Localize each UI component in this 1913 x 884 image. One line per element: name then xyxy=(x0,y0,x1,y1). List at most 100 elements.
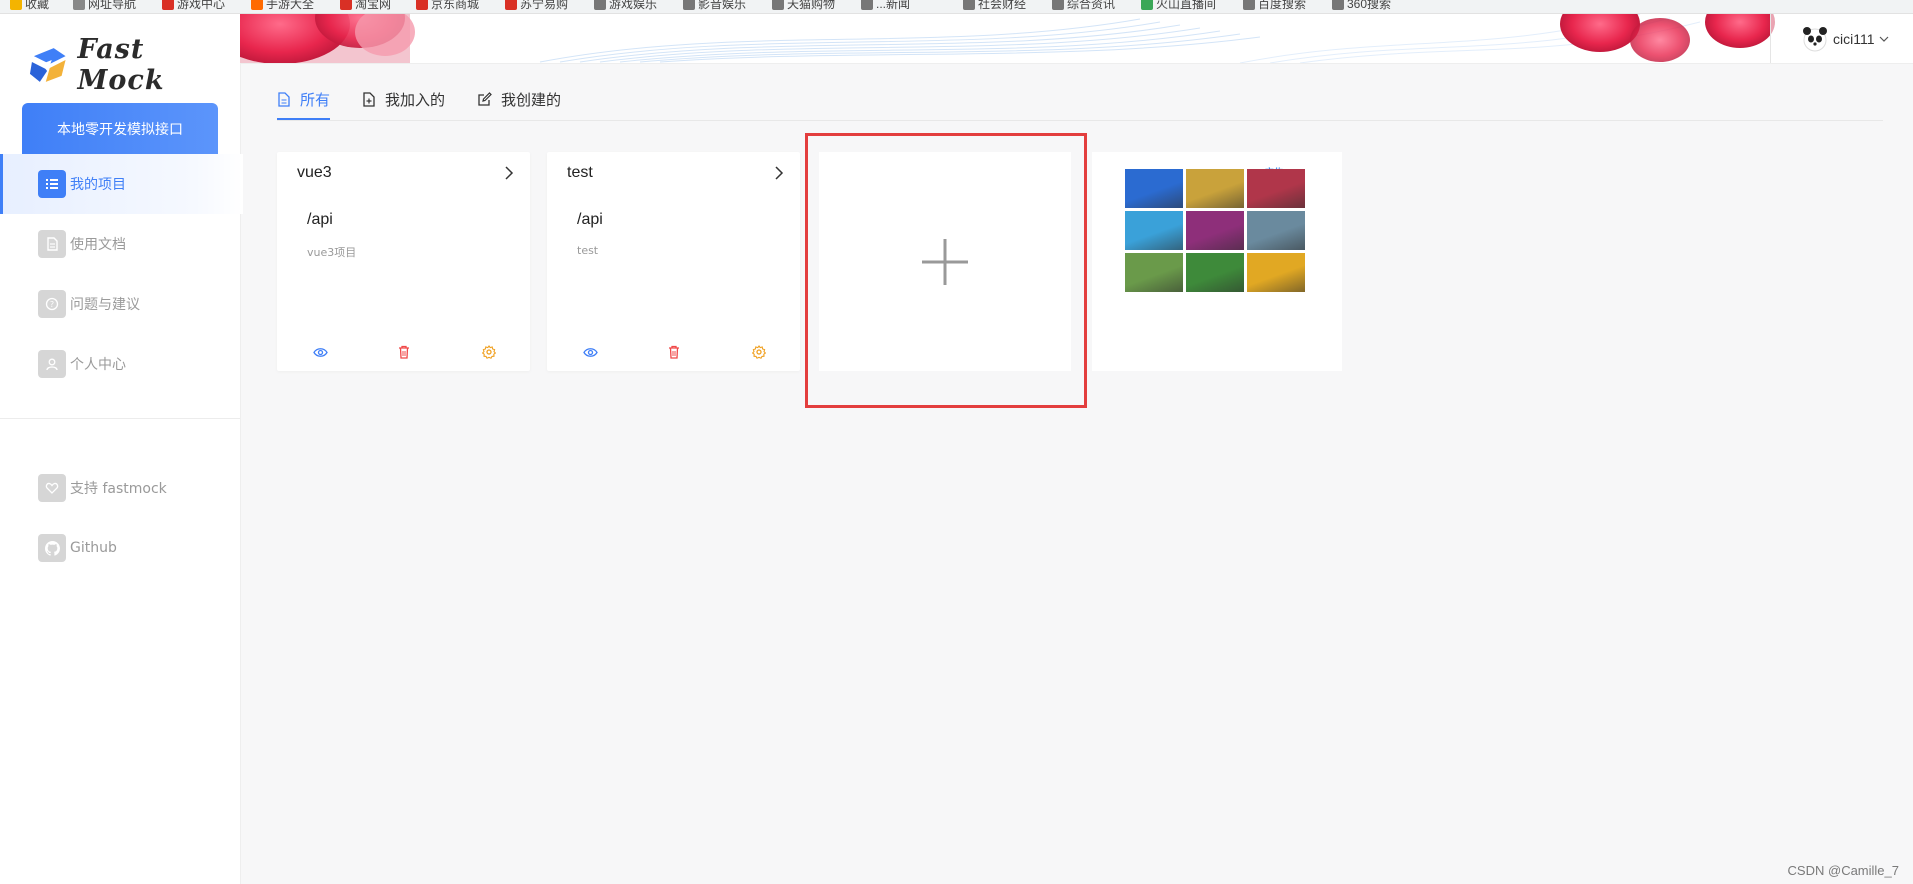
github-icon xyxy=(38,534,66,562)
nav-item-profile[interactable]: 个人中心 xyxy=(0,334,240,394)
nav-label: 个人中心 xyxy=(70,357,126,373)
question-icon: ? xyxy=(38,290,66,318)
project-description: vue3项目 xyxy=(307,246,357,259)
bookmark-item[interactable]: 游戏娱乐 xyxy=(594,0,657,12)
chevron-right-icon[interactable] xyxy=(774,166,784,180)
ad-game-thumbnail[interactable] xyxy=(1125,253,1183,292)
project-root-path: /api xyxy=(577,211,603,228)
tab-created[interactable]: 我创建的 xyxy=(477,80,561,118)
bookmark-item[interactable]: 网址导航 xyxy=(73,0,136,12)
header-banner: cici111 xyxy=(240,14,1913,64)
bookmark-item[interactable]: 社会财经 xyxy=(963,0,1026,12)
nav-item-support[interactable]: 支持 fastmock xyxy=(0,458,240,518)
ad-game-grid xyxy=(1125,169,1305,292)
ad-game-thumbnail[interactable] xyxy=(1125,211,1183,250)
bookmark-label: 收藏 xyxy=(25,0,50,11)
bookmark-label: ...新闻 xyxy=(876,0,911,11)
ad-game-thumbnail[interactable] xyxy=(1247,253,1305,292)
project-name: test xyxy=(567,164,593,181)
file-add-icon xyxy=(363,91,375,107)
bookmark-item[interactable]: 手游大全 xyxy=(251,0,314,12)
game-icon xyxy=(162,0,174,10)
bookmark-label: 社会财经 xyxy=(978,0,1027,11)
bookmark-item[interactable]: 苏宁易购 xyxy=(505,0,568,12)
bookmark-item[interactable]: 收藏 xyxy=(10,0,49,12)
tabs-divider xyxy=(277,120,1883,121)
trash-icon[interactable] xyxy=(395,343,413,361)
suning-icon xyxy=(505,0,517,10)
bookmark-label: 苏宁易购 xyxy=(520,0,569,11)
bookmark-item[interactable]: 360搜索 xyxy=(1332,0,1391,12)
eye-icon[interactable] xyxy=(311,343,329,361)
taobao-icon xyxy=(340,0,352,10)
ad-card[interactable]: 广告 xyxy=(1092,152,1342,371)
ad-game-thumbnail[interactable] xyxy=(1247,169,1305,208)
folder-icon xyxy=(1332,0,1344,10)
logo[interactable]: Fast Mock xyxy=(26,34,240,96)
nav-label: 支持 fastmock xyxy=(70,481,167,497)
ad-game-thumbnail[interactable] xyxy=(1247,211,1305,250)
bookmark-label: 360搜索 xyxy=(1347,0,1392,11)
trash-icon[interactable] xyxy=(665,343,683,361)
project-card[interactable]: test /api test xyxy=(547,152,800,371)
folder-icon xyxy=(861,0,873,10)
user-menu[interactable]: cici111 xyxy=(1770,14,1913,63)
tab-joined[interactable]: 我加入的 xyxy=(362,80,445,118)
bookmark-label: 手游大全 xyxy=(266,0,315,11)
tab-label: 所有 xyxy=(300,90,331,109)
nav-item-github[interactable]: Github xyxy=(0,518,240,578)
leaf-icon xyxy=(1141,0,1153,10)
tab-label: 我加入的 xyxy=(385,90,446,109)
star-icon xyxy=(10,0,22,10)
bookmark-item[interactable]: 淘宝网 xyxy=(340,0,391,12)
folder-icon xyxy=(594,0,606,10)
jd-icon xyxy=(416,0,428,10)
tab-label: 我创建的 xyxy=(501,90,562,109)
folder-icon xyxy=(772,0,784,10)
nav-label: 使用文档 xyxy=(70,237,126,253)
bookmark-item[interactable]: 综合资讯 xyxy=(1052,0,1115,12)
bookmark-item[interactable]: 火山直播间 xyxy=(1141,0,1216,12)
ad-game-thumbnail[interactable] xyxy=(1186,211,1244,250)
bookmark-item[interactable]: 游戏中心 xyxy=(162,0,225,12)
local-mock-button[interactable]: 本地零开发模拟接口 xyxy=(22,103,218,155)
add-project-card[interactable] xyxy=(819,152,1071,371)
bookmark-item[interactable]: 影音娱乐 xyxy=(683,0,746,12)
tab-all[interactable]: 所有 xyxy=(277,80,331,120)
user-icon xyxy=(38,350,66,378)
ad-game-thumbnail[interactable] xyxy=(1186,169,1244,208)
eye-icon[interactable] xyxy=(581,343,599,361)
folder-icon xyxy=(1243,0,1255,10)
bookmark-label: 京东商城 xyxy=(431,0,480,11)
bookmark-label: 游戏中心 xyxy=(177,0,226,11)
folder-icon xyxy=(683,0,695,10)
ad-game-thumbnail[interactable] xyxy=(1186,253,1244,292)
sidebar-divider xyxy=(0,418,240,419)
globe-icon xyxy=(73,0,85,10)
sidebar: Fast Mock 本地零开发模拟接口 我的项目 使用文档 ? 问题与建议 个人… xyxy=(0,14,243,884)
bookmark-item[interactable]: 百度搜索 xyxy=(1243,0,1306,12)
app-icon xyxy=(251,0,263,10)
panda-avatar-icon xyxy=(1803,26,1827,51)
project-card[interactable]: vue3 /api vue3项目 xyxy=(277,152,530,371)
nav-item-feedback[interactable]: ? 问题与建议 xyxy=(0,274,240,334)
bookmark-label: 淘宝网 xyxy=(355,0,392,11)
bookmark-item[interactable]: 京东商城 xyxy=(416,0,479,12)
username: cici111 xyxy=(1833,30,1875,47)
nav-item-docs[interactable]: 使用文档 xyxy=(0,214,240,274)
folder-icon xyxy=(963,0,975,10)
nav-item-my-projects[interactable]: 我的项目 xyxy=(0,154,243,214)
chevron-right-icon[interactable] xyxy=(504,166,514,180)
svg-text:?: ? xyxy=(50,300,54,309)
bookmark-item[interactable]: ...新闻 xyxy=(861,0,910,12)
bookmark-label: 综合资讯 xyxy=(1067,0,1116,11)
project-root-path: /api xyxy=(307,211,333,228)
settings-icon[interactable] xyxy=(750,343,768,361)
bookmark-label: 游戏娱乐 xyxy=(609,0,658,11)
settings-icon[interactable] xyxy=(480,343,498,361)
bookmark-label: 百度搜索 xyxy=(1258,0,1307,11)
document-icon xyxy=(38,230,66,258)
project-actions xyxy=(277,343,530,363)
ad-game-thumbnail[interactable] xyxy=(1125,169,1183,208)
bookmark-item[interactable]: 天猫购物 xyxy=(772,0,835,12)
